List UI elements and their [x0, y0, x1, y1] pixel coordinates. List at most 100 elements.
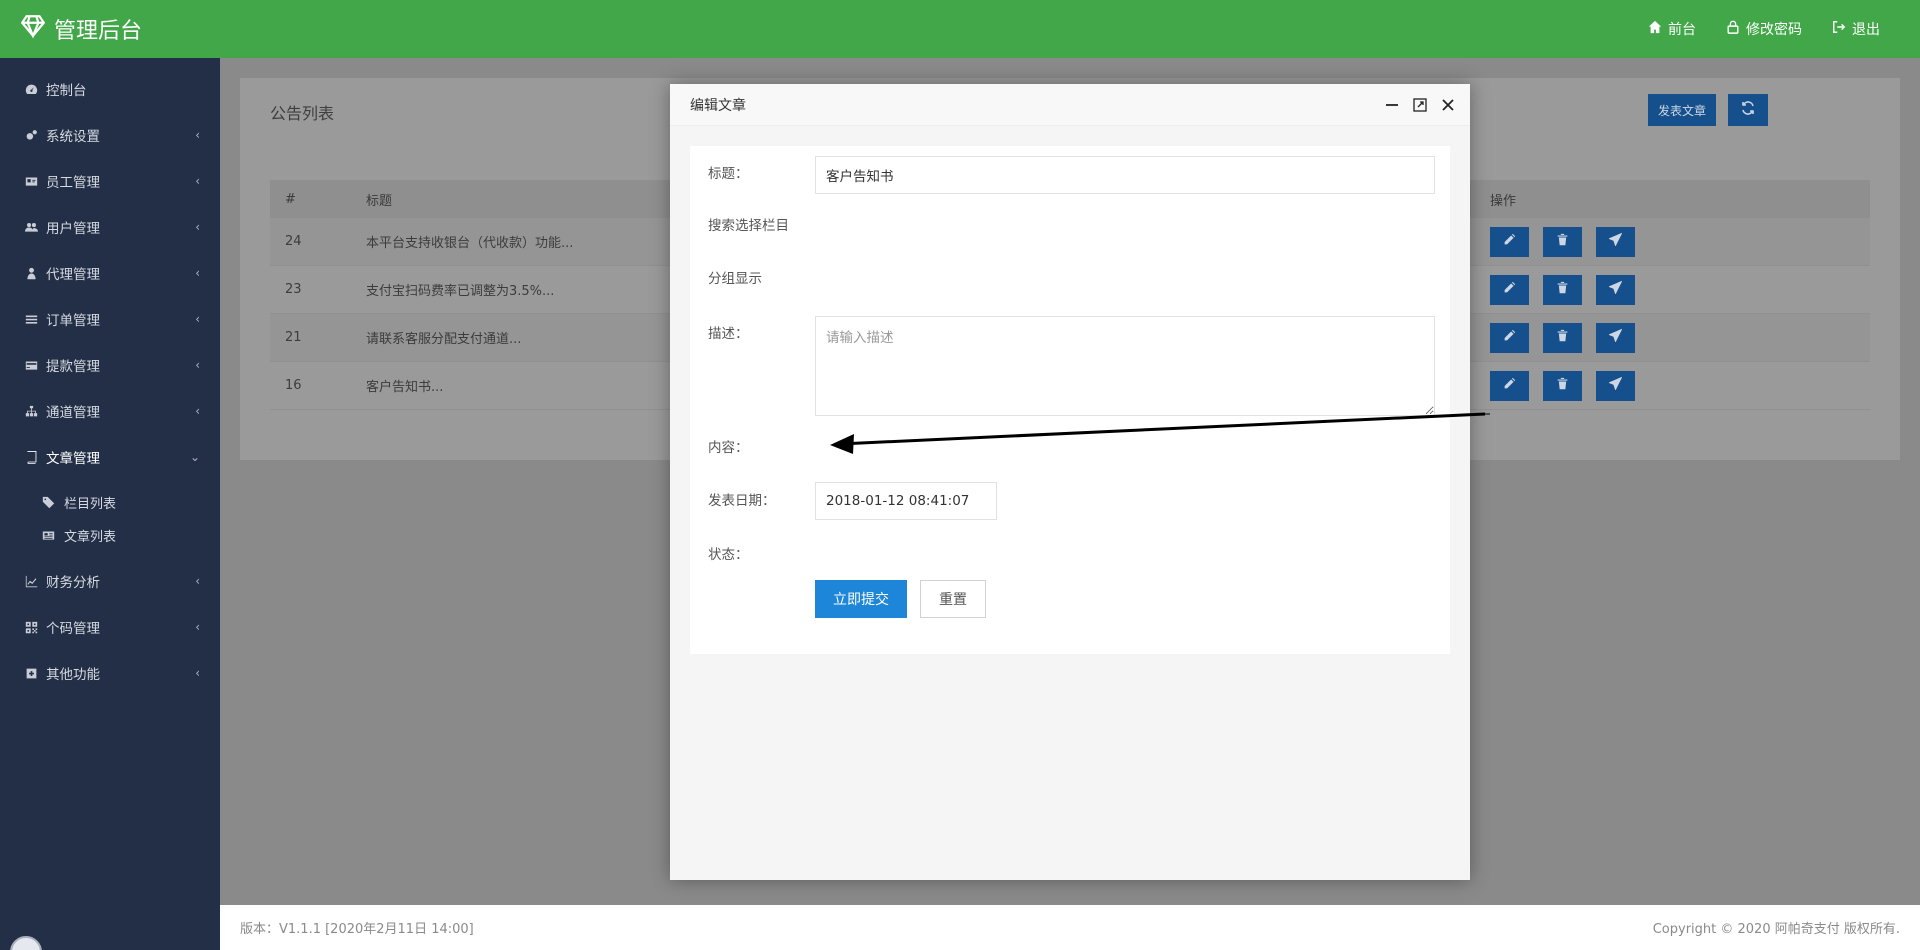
credit-card-icon	[24, 358, 38, 372]
sidebar-item-withdrawals[interactable]: 提款管理 ‹	[0, 342, 220, 388]
reset-button[interactable]: 重置	[920, 580, 986, 618]
title-input[interactable]: 客户告知书	[815, 156, 1435, 194]
lock-icon	[1726, 20, 1740, 38]
group-display-label[interactable]: 分组显示	[708, 267, 762, 287]
pencil-icon	[1503, 377, 1516, 394]
chevron-left-icon: ‹	[195, 620, 200, 634]
list-icon	[24, 312, 38, 326]
submit-button[interactable]: 立即提交	[815, 580, 907, 618]
chevron-left-icon: ‹	[195, 128, 200, 142]
description-textarea[interactable]	[815, 316, 1435, 416]
trash-icon	[1556, 281, 1569, 298]
delete-button[interactable]	[1543, 226, 1582, 257]
chevron-left-icon: ‹	[195, 574, 200, 588]
maximize-icon[interactable]	[1412, 97, 1428, 113]
chevron-left-icon: ‹	[195, 312, 200, 326]
chevron-down-icon: ⌄	[189, 450, 200, 464]
qrcode-icon	[24, 620, 38, 634]
avatar[interactable]	[10, 936, 42, 950]
nav-frontend-label: 前台	[1668, 22, 1696, 38]
sidebar-item-label: 系统设置	[46, 129, 100, 145]
users-icon	[24, 220, 38, 234]
send-button[interactable]	[1596, 274, 1635, 305]
sidebar-item-agents[interactable]: 代理管理 ‹	[0, 250, 220, 296]
sidebar-item-label: 员工管理	[46, 175, 100, 191]
row-actions	[1490, 226, 1870, 257]
description-label: 描述：	[708, 326, 749, 342]
delete-button[interactable]	[1543, 322, 1582, 353]
cogs-icon	[24, 128, 38, 142]
send-button[interactable]	[1596, 370, 1635, 401]
row-id: 24	[285, 234, 302, 249]
header-nav: 前台 修改密码 退出	[1648, 19, 1920, 39]
diamond-icon	[20, 13, 46, 45]
sidebar-item-label: 通道管理	[46, 405, 100, 421]
nav-logout-link[interactable]: 退出	[1832, 19, 1880, 39]
article-form: 标题： 客户告知书 搜索选择栏目 分组显示 描述： 内容： 发表日期： 2018…	[690, 146, 1450, 654]
row-actions	[1490, 274, 1870, 305]
line-chart-icon	[24, 574, 38, 588]
chevron-left-icon: ‹	[195, 220, 200, 234]
paper-plane-icon	[1608, 232, 1623, 250]
paper-plane-icon	[1608, 280, 1623, 298]
version-text: 版本：V1.1.1 [2020年2月11日 14:00]	[240, 922, 474, 937]
send-button[interactable]	[1596, 226, 1635, 257]
edit-article-modal: 编辑文章 标题： 客户告知书 搜索选择栏目 分组显示 描述： 内容： 发表日期：…	[670, 84, 1470, 880]
book-icon	[24, 450, 38, 464]
title-label: 标题：	[708, 166, 749, 182]
sidebar-item-system-settings[interactable]: 系统设置 ‹	[0, 112, 220, 158]
sidebar-item-label: 个码管理	[46, 621, 100, 637]
publish-article-button[interactable]: 发表文章	[1648, 94, 1716, 126]
chevron-left-icon: ‹	[195, 666, 200, 680]
column-header-actions: 操作	[1490, 193, 1517, 209]
paper-plane-icon	[1608, 328, 1623, 346]
sidebar-item-personal-codes[interactable]: 个码管理 ‹	[0, 604, 220, 650]
sidebar-item-channels[interactable]: 通道管理 ‹	[0, 388, 220, 434]
app-logo[interactable]: 管理后台	[0, 13, 142, 45]
sidebar-item-articles[interactable]: 文章管理 ⌄	[0, 434, 220, 480]
edit-button[interactable]	[1490, 370, 1529, 401]
row-id: 23	[285, 282, 302, 297]
agent-icon	[24, 266, 38, 280]
refresh-button[interactable]	[1728, 94, 1768, 126]
row-id: 21	[285, 330, 302, 345]
sidebar-subitem-categories[interactable]: 栏目列表	[0, 486, 220, 519]
sidebar-item-dashboard[interactable]: 控制台	[0, 66, 220, 112]
sidebar-item-finance[interactable]: 财务分析 ‹	[0, 558, 220, 604]
id-card-icon	[24, 174, 38, 188]
status-label: 状态：	[708, 547, 749, 563]
edit-button[interactable]	[1490, 226, 1529, 257]
sidebar-item-label: 控制台	[46, 83, 87, 99]
sidebar-subitem-label: 栏目列表	[64, 497, 117, 512]
publish-date-input[interactable]: 2018-01-12 08:41:07	[815, 482, 997, 520]
edit-button[interactable]	[1490, 322, 1529, 353]
sidebar-item-label: 用户管理	[46, 221, 100, 237]
content-label: 内容：	[708, 440, 749, 456]
sitemap-icon	[24, 404, 38, 418]
sidebar-item-other[interactable]: 其他功能 ‹	[0, 650, 220, 696]
send-button[interactable]	[1596, 322, 1635, 353]
minimize-icon[interactable]	[1384, 97, 1400, 113]
sidebar-subitem-article-list[interactable]: 文章列表	[0, 519, 220, 552]
row-actions	[1490, 322, 1870, 353]
close-icon[interactable]	[1440, 97, 1456, 113]
sidebar-item-users[interactable]: 用户管理 ‹	[0, 204, 220, 250]
nav-logout-label: 退出	[1852, 22, 1880, 38]
plus-square-icon	[24, 666, 38, 680]
delete-button[interactable]	[1543, 370, 1582, 401]
sidebar-item-staff[interactable]: 员工管理 ‹	[0, 158, 220, 204]
category-select-label[interactable]: 搜索选择栏目	[708, 214, 789, 234]
pencil-icon	[1503, 329, 1516, 346]
chevron-left-icon: ‹	[195, 358, 200, 372]
sidebar-item-orders[interactable]: 订单管理 ‹	[0, 296, 220, 342]
dashboard-icon	[24, 82, 38, 96]
modal-controls	[1384, 97, 1470, 113]
nav-frontend-link[interactable]: 前台	[1648, 19, 1696, 39]
sidebar-item-label: 其他功能	[46, 667, 100, 683]
chevron-left-icon: ‹	[195, 404, 200, 418]
sidebar-item-label: 财务分析	[46, 575, 100, 591]
edit-button[interactable]	[1490, 274, 1529, 305]
column-header-id: #	[285, 191, 296, 207]
delete-button[interactable]	[1543, 274, 1582, 305]
nav-change-password-link[interactable]: 修改密码	[1726, 19, 1802, 39]
